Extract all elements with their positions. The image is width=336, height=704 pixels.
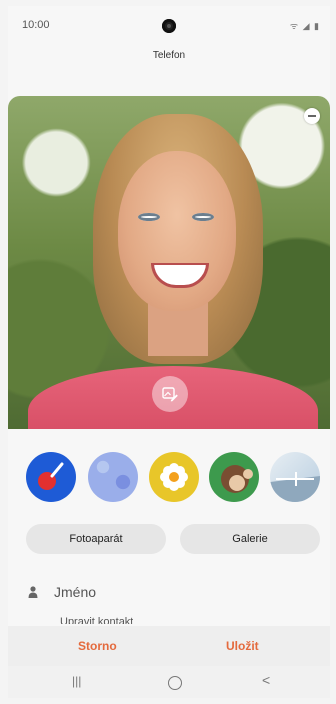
sticker-row <box>8 452 330 506</box>
action-bar: Storno Uložit <box>8 626 330 666</box>
save-button[interactable]: Uložit <box>226 639 259 653</box>
home-icon[interactable] <box>168 676 182 690</box>
blue-pattern-sticker[interactable] <box>88 452 138 502</box>
person-icon <box>28 586 38 598</box>
status-time: 10:00 <box>22 19 50 31</box>
back-icon[interactable]: < <box>262 672 270 688</box>
photo-mouth <box>151 263 209 288</box>
recents-icon[interactable]: ||| <box>72 674 81 688</box>
camera-button[interactable]: Fotoaparát <box>26 524 166 554</box>
flower-icon <box>160 463 188 491</box>
monkey-sticker[interactable] <box>209 452 259 502</box>
contact-photo[interactable] <box>8 96 330 429</box>
landscape-sticker[interactable] <box>270 452 320 502</box>
paintbrush-icon <box>38 462 64 490</box>
paintbrush-sticker[interactable] <box>26 452 76 502</box>
contact-edit-screen: 10:00 ᯤ ◢ ▮ Telefon Fotoaparát Galerie J… <box>8 6 330 698</box>
app-title: Telefon <box>152 50 186 61</box>
name-input[interactable]: Jméno <box>54 584 96 600</box>
flower-sticker[interactable] <box>149 452 199 502</box>
photo-face <box>118 151 236 311</box>
cancel-button[interactable]: Storno <box>78 639 117 653</box>
name-field-row[interactable]: Jméno <box>28 580 308 604</box>
edit-photo-button[interactable] <box>152 376 188 412</box>
front-camera <box>162 19 176 33</box>
photo-eye-right <box>192 213 214 221</box>
status-icons: ᯤ ◢ ▮ <box>289 21 320 31</box>
navigation-bar: ||| < <box>8 666 330 698</box>
partial-field-label: Upravit kontakt <box>60 616 134 624</box>
remove-photo-button[interactable] <box>304 108 320 124</box>
gallery-button[interactable]: Galerie <box>180 524 320 554</box>
landscape-icon <box>270 472 320 502</box>
status-bar: 10:00 ᯤ ◢ ▮ <box>8 6 330 36</box>
photo-eye-left <box>138 213 160 221</box>
monkey-icon <box>221 465 253 493</box>
image-edit-icon <box>162 387 178 402</box>
